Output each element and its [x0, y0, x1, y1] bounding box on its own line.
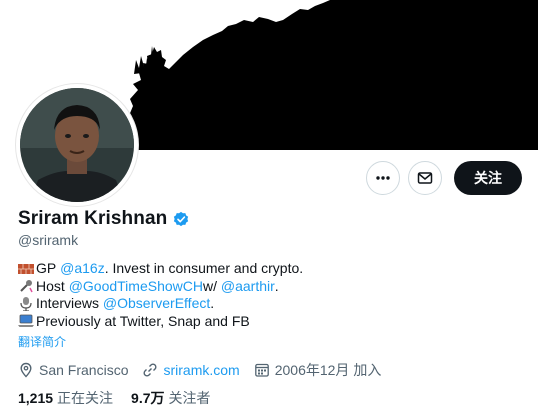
message-button[interactable]: [408, 161, 442, 195]
bio-line: Interviews @ObserverEffect.: [18, 295, 303, 313]
location-text: San Francisco: [39, 362, 129, 378]
verified-badge-icon[interactable]: [172, 210, 190, 228]
mention-link[interactable]: @ObserverEffect: [103, 295, 210, 313]
avatar[interactable]: [16, 84, 138, 206]
more-icon: [376, 176, 390, 180]
mention-link[interactable]: @aarthir: [221, 278, 275, 296]
translate-bio-link[interactable]: 翻译简介: [18, 333, 66, 350]
bio-text: w/: [202, 277, 217, 294]
bio-text: Previously at Twitter, Snap and FB: [36, 312, 250, 329]
microphone-icon: [20, 280, 33, 293]
followers-count: 9.7万: [131, 390, 165, 406]
follow-button[interactable]: 关注: [454, 161, 522, 195]
location-pin-icon: [20, 362, 32, 378]
laptop-icon: [18, 314, 34, 328]
website-link[interactable]: sriramk.com: [163, 362, 239, 378]
join-date: 2006年12月 加入: [254, 360, 382, 380]
website: sriramk.com: [142, 362, 240, 378]
mail-icon: [417, 172, 433, 184]
studio-microphone-icon: [20, 296, 32, 311]
profile-actions: 关注: [366, 161, 522, 195]
bio: GP @a16z. Invest in consumer and crypto.…: [18, 260, 303, 330]
bio-line: Host @GoodTimeShowCH w/ @aarthir.: [18, 278, 303, 296]
bio-text: .: [210, 295, 215, 311]
bio-text: . Invest in consumer and crypto.: [104, 260, 304, 276]
following-link[interactable]: 1,215 正在关注: [18, 388, 113, 408]
location: San Francisco: [18, 362, 128, 378]
bio-text: GP: [36, 260, 57, 276]
follow-stats: 1,215 正在关注 9.7万 关注者: [18, 388, 229, 408]
calendar-icon: [254, 363, 269, 377]
mention-link[interactable]: @a16z: [60, 260, 105, 278]
more-button[interactable]: [366, 161, 400, 195]
bio-text: Host: [36, 277, 65, 294]
handle: @sriramk: [18, 232, 79, 248]
link-icon: [143, 363, 158, 377]
followers-label: 关注者: [168, 390, 211, 406]
avatar-photo: [20, 88, 134, 202]
profile-meta: San Francisco sriramk.com 2006年12月 加入: [18, 360, 395, 380]
name-row: Sriram Krishnan: [18, 208, 190, 230]
join-date-text: 2006年12月 加入: [274, 362, 382, 378]
bio-text: Interviews: [36, 295, 100, 311]
bio-line: GP @a16z. Invest in consumer and crypto.: [18, 260, 303, 278]
followers-link[interactable]: 9.7万 关注者: [131, 388, 210, 408]
bio-text: .: [274, 277, 279, 294]
following-label: 正在关注: [57, 390, 114, 406]
brick-icon: [18, 263, 34, 274]
display-name: Sriram Krishnan: [18, 208, 168, 229]
mention-link[interactable]: @GoodTimeShowCH: [69, 278, 203, 296]
following-count: 1,215: [18, 390, 54, 406]
bio-line: Previously at Twitter, Snap and FB: [18, 313, 303, 331]
